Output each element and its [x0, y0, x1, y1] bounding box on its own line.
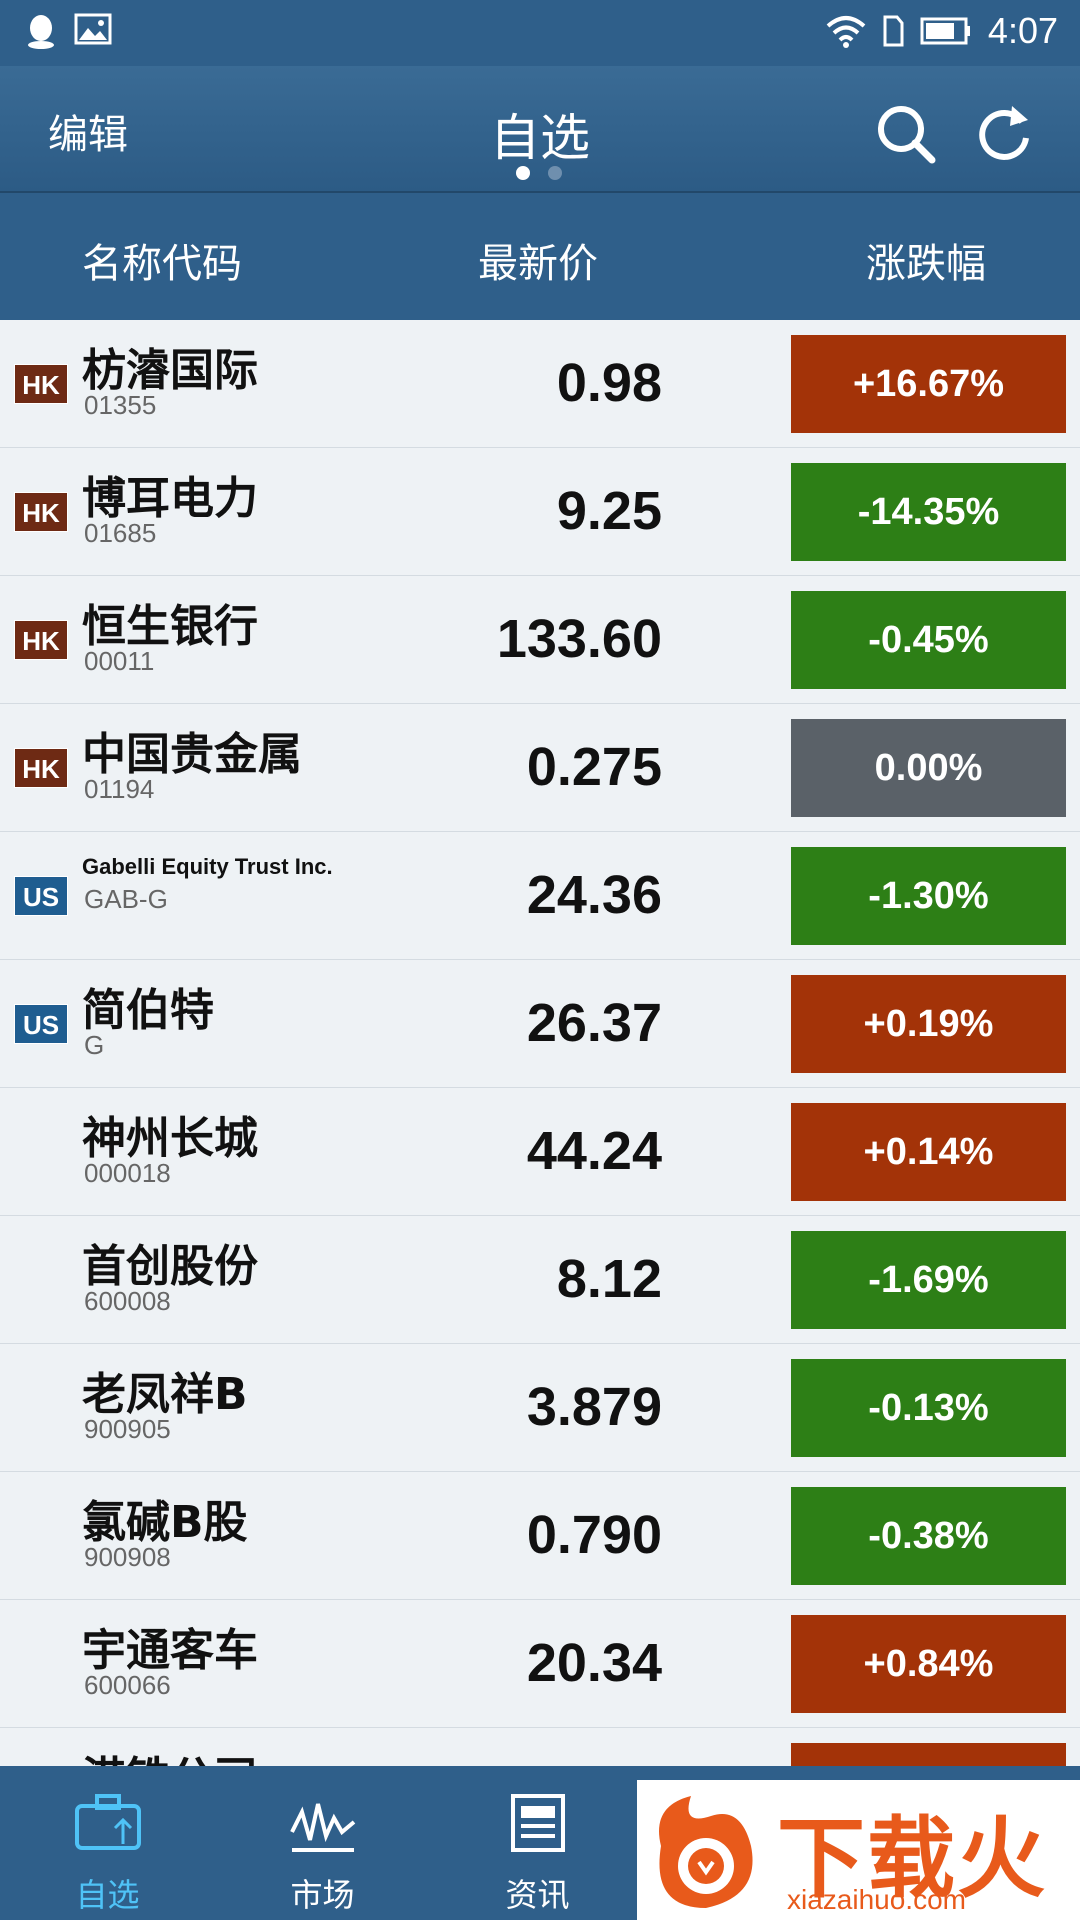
flame-logo-icon: [659, 1796, 753, 1908]
stock-name: 老凤祥B: [82, 1369, 248, 1420]
stock-code: 600066: [84, 1670, 171, 1700]
page-indicator: [516, 166, 562, 180]
stock-row[interactable]: US Gabelli Equity Trust Inc. GAB-G 24.36 -1.…: [0, 832, 1080, 960]
stock-row[interactable]: HK 枋濬国际 01355 0.98 +16.67%: [0, 320, 1080, 448]
stock-code: 00011: [84, 646, 155, 676]
latest-price: 9.25: [556, 481, 662, 541]
change-percent-button[interactable]: -1.69%: [791, 1231, 1066, 1329]
change-percent-button[interactable]: -1.30%: [791, 847, 1066, 945]
stock-row[interactable]: 老凤祥B 900905 3.879 -0.13%: [0, 1344, 1080, 1472]
stock-code: 01194: [84, 774, 155, 804]
tab-news[interactable]: 资讯: [430, 1766, 645, 1920]
stock-row[interactable]: HK 博耳电力 01685 9.25 -14.35%: [0, 448, 1080, 576]
stock-row[interactable]: HK 中国贵金属 01194 0.275 0.00%: [0, 704, 1080, 832]
page-dot-2: [548, 166, 562, 180]
change-percent-button[interactable]: +16.67%: [791, 335, 1066, 433]
status-left-icons: [26, 12, 112, 50]
market-badge: HK: [14, 492, 68, 532]
stock-code: 900905: [84, 1414, 171, 1444]
stock-code: 900908: [84, 1542, 171, 1572]
stock-code: 01355: [84, 390, 157, 420]
briefcase-icon: [75, 1794, 141, 1850]
stock-code: 000018: [84, 1158, 171, 1188]
stock-name: 恒生银行: [82, 601, 258, 652]
column-change-percent[interactable]: 涨跌幅: [866, 231, 986, 289]
column-name-code[interactable]: 名称代码: [82, 231, 242, 289]
watchlist[interactable]: HK 枋濬国际 01355 0.98 +16.67% HK 博耳电力 01685 9.25 -14…: [0, 320, 1080, 1766]
tab-label: 市场: [290, 1876, 355, 1914]
ad-banner[interactable]: 下载火 xiazaihuo.com: [637, 1780, 1080, 1920]
column-header: 名称代码 最新价 涨跌幅: [0, 193, 1080, 320]
change-percent-button[interactable]: +0.84%: [791, 1615, 1066, 1713]
sim-icon: [883, 15, 904, 47]
change-percent-button[interactable]: 0.00%: [791, 719, 1066, 817]
change-percent-button[interactable]: +0.19%: [791, 975, 1066, 1073]
stock-name: 枋濬国际: [82, 345, 258, 396]
market-badge: HK: [14, 748, 68, 788]
stock-name: 首创股份: [82, 1241, 258, 1292]
stock-row[interactable]: 神州长城 000018 44.24 +0.14%: [0, 1088, 1080, 1216]
latest-price: 0.790: [526, 1505, 662, 1565]
change-percent-button[interactable]: -0.13%: [791, 1359, 1066, 1457]
search-icon[interactable]: [874, 102, 938, 166]
stock-name: 神州长城: [82, 1113, 258, 1164]
latest-price: 133.60: [496, 609, 662, 669]
stock-name: 中国贵金属: [82, 729, 302, 780]
stock-row[interactable]: 首创股份 600008 8.12 -1.69%: [0, 1216, 1080, 1344]
change-percent-button[interactable]: -0.38%: [791, 1487, 1066, 1585]
stock-row[interactable]: US 简伯特 G 26.37 +0.19%: [0, 960, 1080, 1088]
gallery-icon: [74, 13, 112, 45]
change-percent-button[interactable]: +0.14%: [791, 1103, 1066, 1201]
app-bar: 编辑 自选: [0, 66, 1080, 193]
change-percent-button[interactable]: -0.45%: [791, 591, 1066, 689]
stock-name: 港铁公司: [82, 1742, 258, 1766]
stock-name: 博耳电力: [82, 473, 258, 524]
stock-name: 简伯特: [82, 985, 214, 1036]
page-dot-1: [516, 166, 530, 180]
stock-row[interactable]: 宇通客车 600066 20.34 +0.84%: [0, 1600, 1080, 1728]
status-bar: 4:07: [0, 0, 1080, 66]
ad-url: xiazaihuo.com: [787, 1884, 966, 1915]
stock-row[interactable]: 港铁公司: [0, 1728, 1080, 1766]
battery-icon: [920, 17, 970, 45]
stock-row[interactable]: 氯碱B股 900908 0.790 -0.38%: [0, 1472, 1080, 1600]
latest-price: 8.12: [556, 1249, 662, 1309]
stock-code: 600008: [84, 1286, 171, 1316]
market-badge: US: [14, 876, 68, 916]
column-latest-price[interactable]: 最新价: [478, 231, 598, 289]
stock-name: 宇通客车: [82, 1625, 258, 1676]
latest-price: 24.36: [526, 865, 662, 925]
refresh-icon[interactable]: [972, 100, 1036, 164]
market-badge: HK: [14, 364, 68, 404]
status-right-icons: 4:07: [826, 10, 1058, 52]
stock-row[interactable]: HK 恒生银行 00011 133.60 -0.45%: [0, 576, 1080, 704]
latest-price: 26.37: [526, 993, 662, 1053]
tab-label: 自选: [75, 1876, 140, 1914]
latest-price: 44.24: [526, 1121, 662, 1181]
change-percent-button[interactable]: -14.35%: [791, 463, 1066, 561]
stock-name: 氯碱B股: [82, 1497, 248, 1548]
stock-code: GAB-G: [84, 884, 168, 914]
qq-icon: [28, 15, 54, 49]
tab-market[interactable]: 市场: [215, 1766, 430, 1920]
chart-line-icon: [290, 1803, 356, 1852]
latest-price: 0.98: [556, 353, 662, 413]
change-percent-button[interactable]: [791, 1743, 1066, 1766]
tab-watchlist[interactable]: 自选: [0, 1766, 215, 1920]
stock-name: Gabelli Equity Trust Inc.: [82, 854, 333, 879]
stock-code: 01685: [84, 518, 157, 548]
latest-price: 0.275: [526, 737, 662, 797]
stock-code: G: [84, 1030, 105, 1060]
wifi-icon: [826, 16, 866, 48]
market-badge: US: [14, 1004, 68, 1044]
status-time: 4:07: [987, 10, 1058, 51]
latest-price: 20.34: [526, 1633, 662, 1693]
market-badge: HK: [14, 620, 68, 660]
latest-price: 3.879: [526, 1377, 662, 1437]
newspaper-icon: [511, 1794, 565, 1852]
tab-label: 资讯: [505, 1876, 570, 1914]
